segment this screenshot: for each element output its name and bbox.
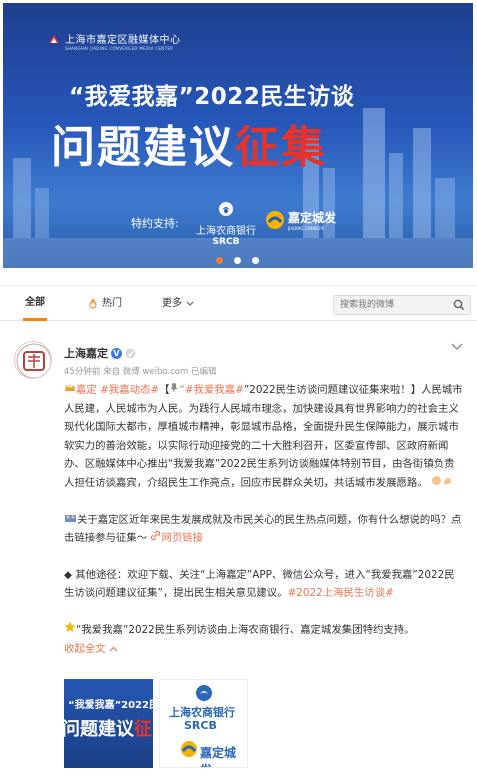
post-paragraph-2: 关于嘉定区近年来民生发展成就及市民关心的民生热点问题，你有什么想说的吗？点击链接…	[64, 511, 464, 548]
author-name[interactable]: 上海嘉定 V	[64, 345, 136, 361]
star-icon	[64, 621, 76, 632]
sponsor-label: 特约支持:	[131, 217, 179, 230]
paragraph-4-text: “我爱我嘉”2022民生系列访谈由上海农商银行、嘉定城发集团特约支持。	[76, 623, 415, 636]
chevron-up-icon[interactable]	[109, 646, 118, 652]
chengfa-logo-icon	[181, 741, 197, 757]
org-name: 上海市嘉定区融媒体中心	[65, 35, 181, 46]
banner-big-title: 问题建议征集	[51, 111, 327, 175]
thumb2-line2: SRCB	[184, 719, 217, 732]
post-content: 嘉定 #我嘉动态#【 “#我爱我嘉#”2022民生访谈问题建议征集来啦！】人民城…	[64, 381, 464, 658]
sponsor-jiading-chengfa: 嘉定城发 JIADING CHENGFA	[265, 209, 336, 231]
post-paragraph-3: ◆ 其他途径：欢迎下载、关注“上海嘉定”APP、微信公众号，进入“我爱我嘉”20…	[64, 566, 464, 603]
chevron-down-icon	[186, 301, 194, 306]
fire-icon	[89, 298, 97, 309]
sponsor2-en: JIADING CHENGFA	[288, 226, 324, 231]
paragraph-3-text: ◆ 其他途径：欢迎下载、关注“上海嘉定”APP、微信公众号，进入“我爱我嘉”20…	[64, 568, 455, 600]
post-menu-chevron-icon[interactable]	[451, 343, 463, 351]
web-link[interactable]: 网页链接	[161, 532, 203, 544]
banner-big-red: 征集	[235, 122, 327, 173]
crown-icon	[65, 384, 75, 391]
tab-hot-label: 热门	[102, 297, 122, 309]
post-image-banner[interactable]: “我爱我嘉”2022民生访 问题建议征	[64, 679, 153, 768]
sponsor-srcb: 上海农商银行 SRCB	[196, 201, 256, 247]
tab-all[interactable]: 全部	[23, 286, 47, 321]
topic-jiading-news[interactable]: #我嘉动态#	[100, 384, 159, 396]
thumb1-big: 问题建议征	[64, 715, 152, 741]
tab-more[interactable]: 更多	[162, 286, 194, 321]
post-images: “我爱我嘉”2022民生访 问题建议征 上海农商银行 SRCB 嘉定城发	[64, 679, 248, 768]
tab-hot[interactable]: 热门	[88, 286, 122, 321]
thumb1-white: 问题建议	[64, 719, 134, 740]
org-header: 上海市嘉定区融媒体中心	[47, 31, 181, 46]
srcb-logo-icon	[196, 685, 212, 701]
topic-woaiwojia[interactable]: “#我爱我嘉#	[179, 384, 243, 396]
collapse-link[interactable]: 收起全文	[64, 643, 106, 655]
link-icon	[151, 531, 161, 541]
org-logo-icon	[49, 34, 59, 43]
collapse-row: 收起全文	[64, 640, 464, 659]
member-badge-icon	[125, 348, 136, 358]
sponsor1-name: 上海农商银行	[196, 226, 256, 237]
search-box	[333, 295, 471, 315]
org-subtitle: SHANGHAI JIADING CONVERGED MEDIA CENTER	[65, 46, 174, 51]
avatar[interactable]	[14, 341, 52, 379]
banner-big-white: 问题建议	[51, 122, 235, 173]
carousel-dot-3[interactable]	[252, 257, 259, 264]
carousel-dot-2[interactable]	[234, 257, 241, 264]
bracket-open: 【	[159, 384, 170, 396]
jiading-seal-logo	[16, 343, 51, 378]
paragraph-2-text: 关于嘉定区近年来民生发展成就及市民关心的民生热点问题，你有什么想说的吗？点击链接…	[64, 513, 462, 545]
feed-tab-bar: 全部 热门 更多	[0, 285, 477, 321]
microphone-icon	[171, 383, 178, 392]
banner-headline: “我爱我嘉”2022民生访谈	[69, 84, 355, 110]
post-image-sponsors[interactable]: 上海农商银行 SRCB 嘉定城发	[159, 679, 248, 768]
carousel-dots	[216, 257, 259, 264]
verified-icon: V	[111, 347, 122, 359]
author-name-text: 上海嘉定	[64, 347, 108, 360]
search-icon[interactable]	[453, 299, 465, 311]
thumb1-red: 征	[134, 719, 152, 740]
thumb2-line1: 上海农商银行	[169, 706, 235, 719]
people-emoji-icon	[65, 514, 76, 522]
srcb-logo-icon	[219, 202, 233, 216]
sponsor2-name: 嘉定城发	[288, 211, 337, 225]
topic-2022-interview[interactable]: #2022上海民生访谈#	[288, 587, 394, 599]
thumb2-line3: 嘉定城发	[200, 746, 237, 767]
carousel-dot-1[interactable]	[216, 257, 223, 264]
post-paragraph-1: 嘉定 #我嘉动态#【 “#我爱我嘉#”2022民生访谈问题建议征集来啦！】人民城…	[64, 381, 464, 493]
tab-more-label: 更多	[162, 297, 182, 309]
post-paragraph-4: “我爱我嘉”2022民生系列访谈由上海农商银行、嘉定城发集团特约支持。	[64, 621, 464, 640]
tag-jiading[interactable]: 嘉定	[76, 384, 97, 396]
sponsor1-en: SRCB	[212, 237, 240, 247]
thumb1-line1: “我爱我嘉”2022民生访	[68, 700, 153, 711]
search-input[interactable]	[334, 296, 444, 314]
post-meta: 45分钟前 来自 微博 weibo.com 已编辑	[64, 367, 217, 377]
promo-banner[interactable]: 上海市嘉定区融媒体中心 SHANGHAI JIADING CONVERGED M…	[3, 3, 473, 268]
fist-emoji-icon	[431, 475, 441, 485]
post-body-text: ”2022民生访谈问题建议征集来啦！】人民城市人民建，人民城市为人民。为践行人民…	[64, 384, 463, 489]
muscle-emoji-icon	[443, 477, 451, 484]
chengfa-logo-icon	[266, 211, 284, 229]
